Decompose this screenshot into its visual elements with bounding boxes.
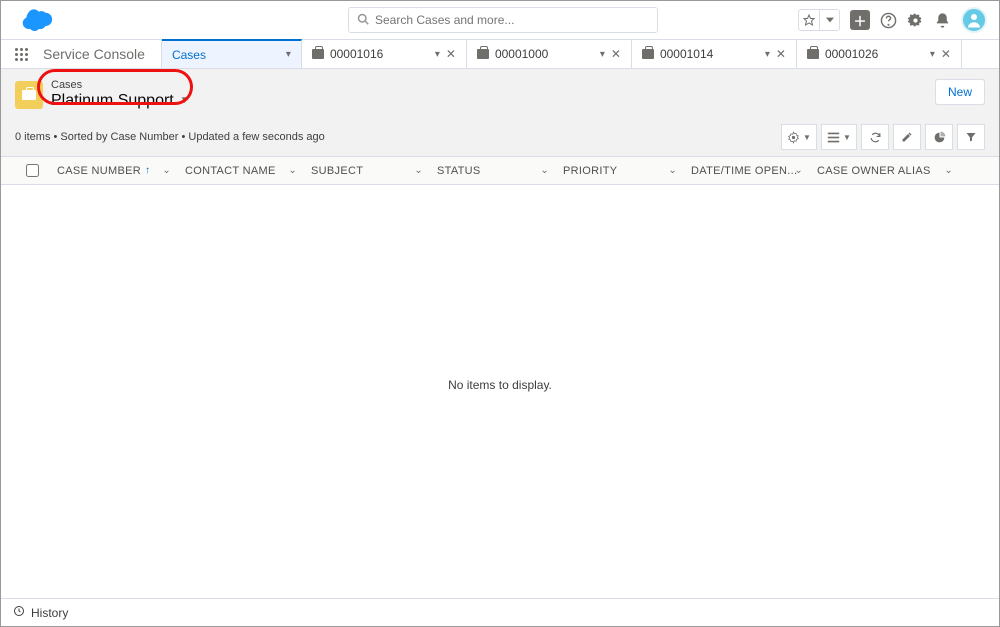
close-icon[interactable]: ✕ <box>941 48 951 60</box>
help-icon[interactable] <box>880 12 897 29</box>
history-utility[interactable]: History <box>31 606 68 620</box>
chevron-down-icon[interactable]: ⌄ <box>668 165 677 176</box>
setup-gear-icon[interactable] <box>907 12 924 29</box>
case-object-icon <box>15 81 43 109</box>
list-view-controls: ▼ ▼ <box>781 124 985 150</box>
list-view-picker[interactable]: Platinum Support ▼ <box>51 92 190 110</box>
chevron-down-icon[interactable] <box>819 10 839 30</box>
case-icon <box>642 49 654 59</box>
tab-label: 00001026 <box>825 47 924 61</box>
chevron-down-icon[interactable]: ⌄ <box>162 165 171 176</box>
chevron-down-icon[interactable]: ▾ <box>286 49 291 60</box>
chevron-down-icon[interactable]: ▾ <box>765 49 770 60</box>
chevron-down-icon: ▼ <box>180 95 190 107</box>
column-priority[interactable]: PRIORITY ⌄ <box>555 157 683 184</box>
list-empty-state: No items to display. <box>1 185 999 585</box>
chevron-down-icon[interactable]: ⌄ <box>944 165 953 176</box>
column-header-row: CASE NUMBER ↑ ⌄ CONTACT NAME ⌄ SUBJECT ⌄… <box>1 157 999 185</box>
column-label: SUBJECT <box>311 165 363 177</box>
global-actions-button[interactable]: ＋ <box>850 10 870 30</box>
column-label: PRIORITY <box>563 165 617 177</box>
column-label: DATE/TIME OPEN... <box>691 165 797 177</box>
tab-cases[interactable]: Cases ▾ <box>162 39 302 68</box>
list-view-controls-gear-button[interactable]: ▼ <box>781 124 817 150</box>
new-button[interactable]: New <box>935 79 985 105</box>
column-datetime-opened[interactable]: DATE/TIME OPEN... ⌄ <box>683 157 809 184</box>
chevron-down-icon[interactable]: ▾ <box>600 49 605 60</box>
chevron-down-icon[interactable]: ▾ <box>435 49 440 60</box>
utility-bar: History <box>1 598 999 626</box>
tab-label: 00001016 <box>330 47 429 61</box>
select-all-checkbox[interactable] <box>26 164 39 177</box>
list-view-header: Cases Platinum Support ▼ New 0 items • S… <box>1 69 999 157</box>
display-as-button[interactable]: ▼ <box>821 124 857 150</box>
favorites-combo[interactable] <box>798 9 840 31</box>
workspace-tab-1[interactable]: 00001000 ▾ ✕ <box>467 40 632 68</box>
sort-ascending-icon: ↑ <box>145 165 150 176</box>
chevron-down-icon[interactable]: ⌄ <box>288 165 297 176</box>
close-icon[interactable]: ✕ <box>776 48 786 60</box>
navigation-bar: Service Console Cases ▾ 00001016 ▾ ✕ 000… <box>1 39 999 69</box>
case-icon <box>807 49 819 59</box>
app-launcher-icon[interactable] <box>1 40 41 68</box>
column-label: CASE NUMBER <box>57 165 141 177</box>
list-view-meta: 0 items • Sorted by Case Number • Update… <box>15 131 325 143</box>
close-icon[interactable]: ✕ <box>611 48 621 60</box>
empty-message: No items to display. <box>448 378 552 392</box>
column-status[interactable]: STATUS ⌄ <box>429 157 555 184</box>
chevron-down-icon[interactable]: ⌄ <box>540 165 549 176</box>
chart-button[interactable] <box>925 124 953 150</box>
search-input[interactable] <box>375 13 649 27</box>
close-icon[interactable]: ✕ <box>446 48 456 60</box>
column-case-number[interactable]: CASE NUMBER ↑ ⌄ <box>49 157 177 184</box>
tab-label: 00001000 <box>495 47 594 61</box>
global-header: ＋ <box>1 1 999 39</box>
workspace-tab-0[interactable]: 00001016 ▾ ✕ <box>302 40 467 68</box>
column-label: CONTACT NAME <box>185 165 276 177</box>
list-view-name: Platinum Support <box>51 92 174 110</box>
notifications-bell-icon[interactable] <box>934 12 951 29</box>
case-icon <box>477 49 489 59</box>
column-contact-name[interactable]: CONTACT NAME ⌄ <box>177 157 303 184</box>
workspace-tab-2[interactable]: 00001014 ▾ ✕ <box>632 40 797 68</box>
column-label: STATUS <box>437 165 481 177</box>
salesforce-logo <box>17 7 55 33</box>
column-owner-alias[interactable]: CASE OWNER ALIAS ⌄ <box>809 157 959 184</box>
global-search <box>348 7 658 33</box>
select-all-column <box>1 157 49 184</box>
tab-label: 00001014 <box>660 47 759 61</box>
case-icon <box>312 49 324 59</box>
object-label: Cases <box>51 79 190 92</box>
search-icon <box>357 13 369 28</box>
chevron-down-icon[interactable]: ▾ <box>930 49 935 60</box>
column-subject[interactable]: SUBJECT ⌄ <box>303 157 429 184</box>
app-name: Service Console <box>41 40 162 68</box>
star-icon[interactable] <box>799 10 819 30</box>
chevron-down-icon[interactable]: ⌄ <box>414 165 423 176</box>
clock-icon <box>13 605 25 620</box>
workspace-tab-3[interactable]: 00001026 ▾ ✕ <box>797 40 962 68</box>
tab-label: Cases <box>172 48 280 62</box>
chevron-down-icon[interactable]: ⌄ <box>794 165 803 176</box>
edit-list-button[interactable] <box>893 124 921 150</box>
filter-button[interactable] <box>957 124 985 150</box>
refresh-button[interactable] <box>861 124 889 150</box>
user-avatar[interactable] <box>961 7 987 33</box>
column-label: CASE OWNER ALIAS <box>817 165 931 177</box>
